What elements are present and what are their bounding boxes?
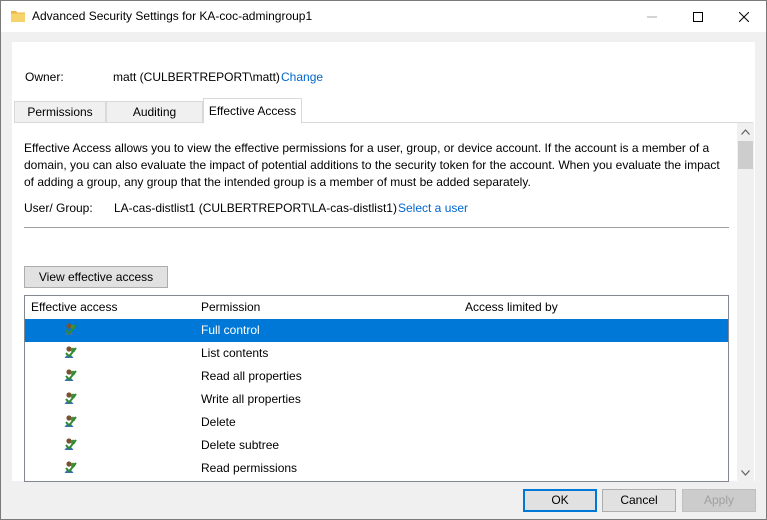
user-group-label: User/ Group: [24, 201, 93, 215]
tab-auditing[interactable]: Auditing [106, 101, 203, 123]
user-group-value: LA-cas-distlist1 (CULBERTREPORT\LA-cas-d… [114, 201, 397, 215]
permission-cell: List contents [201, 346, 269, 360]
separator [24, 227, 729, 228]
permission-cell: Read all properties [201, 369, 302, 383]
change-owner-link[interactable]: Change [281, 70, 323, 84]
cancel-button[interactable]: Cancel [602, 489, 676, 512]
column-header-access-limited-by[interactable]: Access limited by [465, 296, 558, 319]
owner-value: matt (CULBERTREPORT\matt) [113, 70, 280, 84]
user-check-icon [63, 345, 79, 361]
title-bar: Advanced Security Settings for KA-coc-ad… [1, 1, 766, 32]
owner-label: Owner: [25, 70, 64, 84]
table-row[interactable]: Read all properties [25, 365, 728, 388]
dialog-window: Advanced Security Settings for KA-coc-ad… [0, 0, 767, 520]
scrollbar-thumb[interactable] [738, 141, 753, 169]
effective-access-grid[interactable]: Effective access Permission Access limit… [24, 295, 729, 482]
close-button[interactable] [721, 1, 767, 32]
effective-access-description: Effective Access allows you to view the … [24, 141, 720, 189]
table-row[interactable]: Read permissions [25, 457, 728, 480]
window-title: Advanced Security Settings for KA-coc-ad… [32, 9, 313, 23]
user-check-icon [63, 437, 79, 453]
effective-access-panel: Effective Access allows you to view the … [14, 122, 753, 482]
vertical-scrollbar[interactable] [737, 123, 754, 481]
tab-strip: Permissions Auditing Effective Access [14, 98, 753, 124]
folder-icon [10, 8, 26, 24]
scroll-down-arrow-icon[interactable] [737, 464, 754, 481]
user-check-icon [63, 322, 79, 338]
maximize-button[interactable] [675, 1, 721, 32]
table-row[interactable]: Delete subtree [25, 434, 728, 457]
user-check-icon [63, 391, 79, 407]
user-check-icon [63, 368, 79, 384]
table-row[interactable]: Write all properties [25, 388, 728, 411]
permission-cell: Write all properties [201, 392, 301, 406]
user-check-icon [63, 460, 79, 476]
table-row[interactable]: List contents [25, 342, 728, 365]
column-header-effective-access[interactable]: Effective access [31, 296, 117, 319]
ok-button[interactable]: OK [523, 489, 597, 512]
select-user-link[interactable]: Select a user [398, 201, 468, 215]
permission-cell: Delete [201, 415, 236, 429]
apply-button[interactable]: Apply [682, 489, 756, 512]
column-header-permission[interactable]: Permission [201, 296, 260, 319]
permission-cell: Delete subtree [201, 438, 280, 452]
scroll-up-arrow-icon[interactable] [737, 123, 754, 140]
table-row[interactable]: Delete [25, 411, 728, 434]
tab-effective-access[interactable]: Effective Access [203, 98, 302, 124]
permission-cell: Read permissions [201, 461, 298, 475]
dialog-content: Owner: matt (CULBERTREPORT\matt) Change … [12, 42, 755, 482]
permission-cell: Full control [201, 323, 260, 337]
minimize-button[interactable] [629, 1, 675, 32]
user-check-icon [63, 414, 79, 430]
view-effective-access-button[interactable]: View effective access [24, 266, 168, 288]
tab-permissions[interactable]: Permissions [14, 101, 106, 123]
table-row[interactable]: Full control [25, 319, 728, 342]
